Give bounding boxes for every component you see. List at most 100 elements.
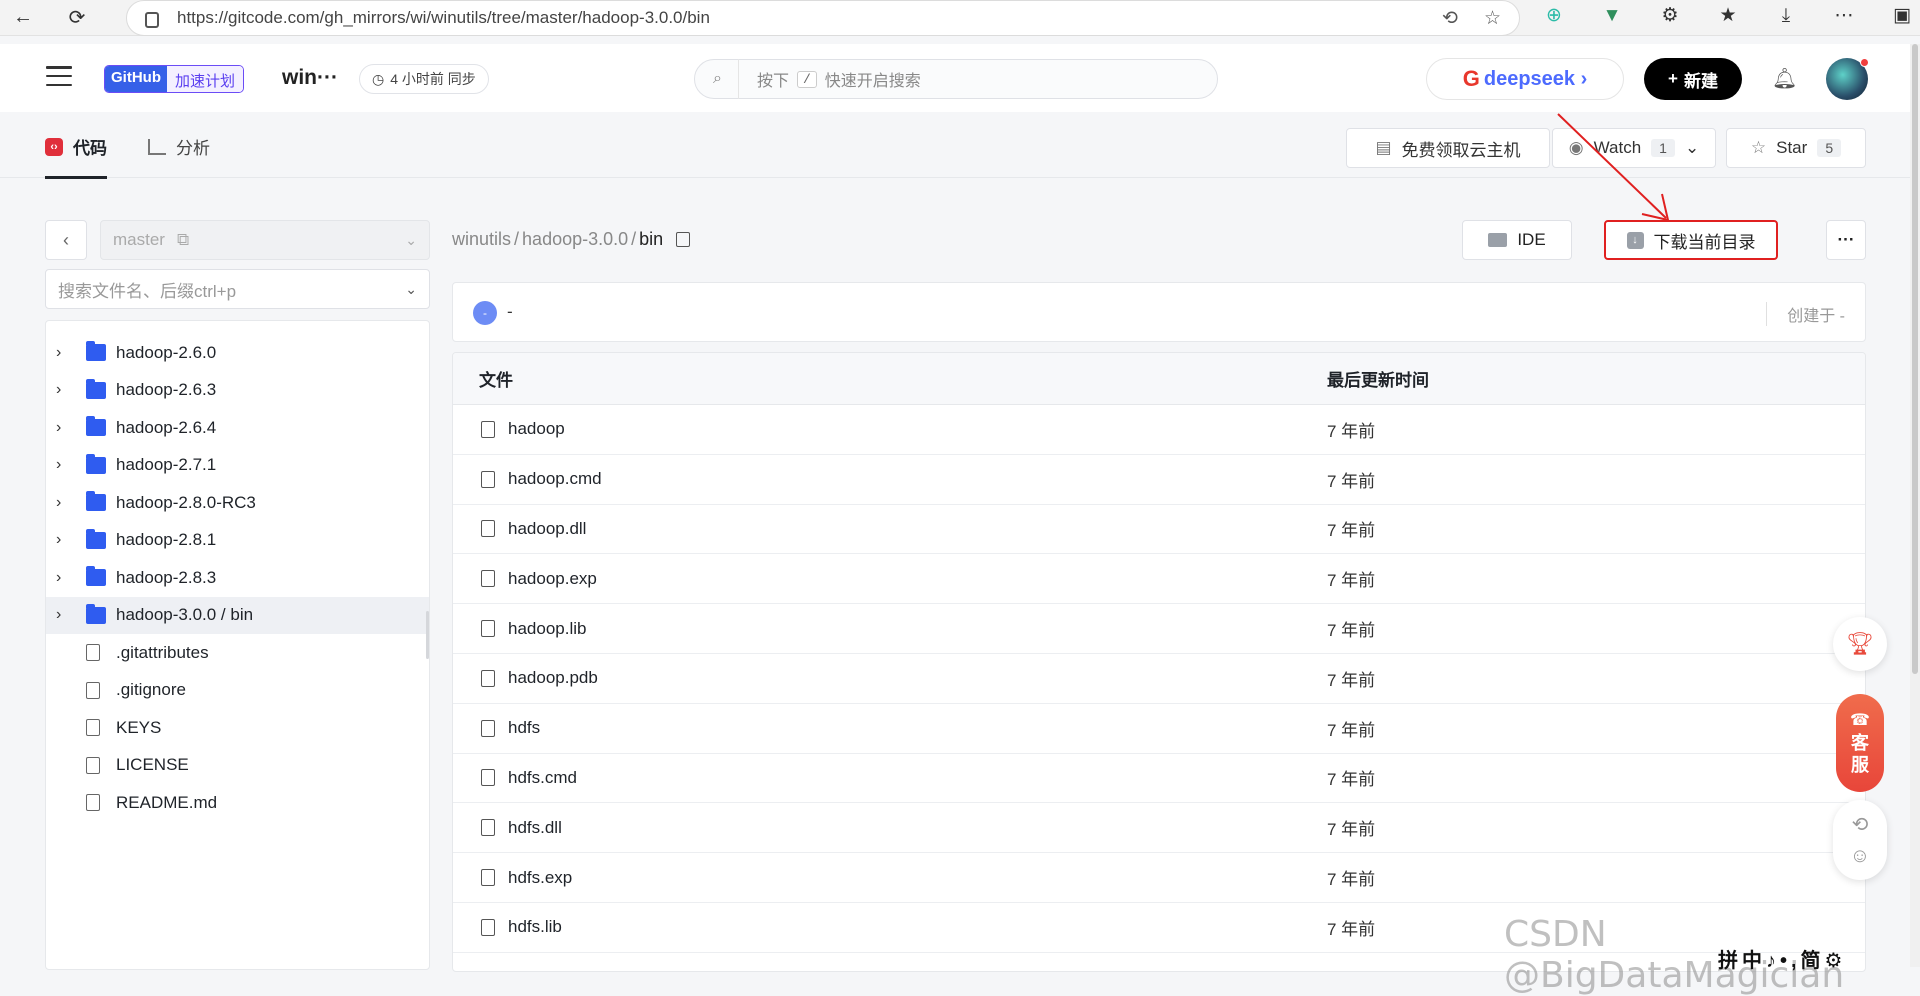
chevron-right-icon[interactable]: ›: [56, 456, 61, 474]
file-name-link[interactable]: hdfs: [508, 718, 540, 738]
file-name-link[interactable]: hdfs.cmd: [508, 768, 577, 788]
branch-name: master: [113, 230, 165, 249]
menu-icon[interactable]: ⋯: [1830, 4, 1858, 27]
table-row[interactable]: hdfs.cmd 7 年前: [453, 754, 1865, 804]
tree-file[interactable]: LICENSE: [46, 747, 429, 785]
copy-path-icon[interactable]: [676, 232, 691, 247]
page-scrollbar[interactable]: [1910, 44, 1920, 967]
sidebar-icon[interactable]: ▣: [1888, 4, 1916, 27]
tree-file[interactable]: .gitignore: [46, 672, 429, 710]
file-search-input[interactable]: 搜索文件名、后缀ctrl+p ⌄: [45, 269, 430, 309]
server-icon: ▤: [1375, 138, 1392, 157]
chevron-down-icon[interactable]: ⌄: [405, 281, 417, 298]
tree-folder[interactable]: › hadoop-2.8.0-RC3: [46, 484, 429, 522]
star-button[interactable]: ☆ Star 5: [1726, 128, 1866, 168]
table-row[interactable]: hdfs.exp 7 年前: [453, 853, 1865, 903]
file-time: 7 年前: [1327, 770, 1376, 790]
star-count: 5: [1817, 139, 1842, 157]
table-row[interactable]: hdfs.dll 7 年前: [453, 803, 1865, 854]
chevron-right-icon[interactable]: ›: [56, 606, 61, 624]
file-name-link[interactable]: hdfs.lib: [508, 917, 562, 937]
file-name-link[interactable]: hdfs.dll: [508, 818, 562, 838]
branch-selector[interactable]: master ⧉ ⌄: [100, 220, 430, 260]
tree-folder[interactable]: › hadoop-2.6.0: [46, 334, 429, 372]
copy-icon[interactable]: ⧉: [177, 230, 189, 250]
tab-analysis[interactable]: 分析: [148, 134, 210, 159]
tab-code[interactable]: ‹› 代码: [45, 134, 107, 179]
tree-file[interactable]: KEYS: [46, 709, 429, 747]
file-name-link[interactable]: hadoop.lib: [508, 619, 586, 639]
back-icon[interactable]: ←: [6, 3, 40, 33]
trophy-icon[interactable]: 🏆︎: [1833, 617, 1887, 671]
search-prefix: 按下: [756, 73, 789, 90]
free-cloud-button[interactable]: ▤ 免费领取云主机: [1346, 128, 1550, 168]
tree-label: .gitattributes: [116, 642, 209, 662]
breadcrumb-mid[interactable]: hadoop-3.0.0: [522, 229, 628, 250]
file-name-link[interactable]: hadoop.dll: [508, 519, 586, 539]
table-row[interactable]: hadoop.pdb 7 年前: [453, 654, 1865, 704]
tree-folder[interactable]: › hadoop-2.8.3: [46, 559, 429, 597]
favorites-icon[interactable]: ★: [1714, 4, 1742, 27]
breadcrumb-separator: /: [631, 229, 637, 249]
reload-icon[interactable]: ⟳: [60, 3, 94, 33]
file-name-link[interactable]: hadoop.exp: [508, 569, 597, 589]
chevron-right-icon[interactable]: ›: [56, 381, 61, 399]
table-row[interactable]: hadoop.lib 7 年前: [453, 604, 1865, 654]
chevron-right-icon[interactable]: ›: [56, 494, 61, 512]
github-accelerate-badge[interactable]: GitHub 加速计划: [104, 65, 245, 93]
folder-icon: [86, 378, 106, 399]
favorite-star-icon[interactable]: ☆: [1484, 7, 1501, 30]
file-search-placeholder: 搜索文件名、后缀ctrl+p: [58, 281, 237, 301]
folder-icon: [86, 566, 106, 587]
puzzle-icon[interactable]: ⚙: [1656, 4, 1684, 27]
file-name-link[interactable]: hadoop.cmd: [508, 469, 602, 489]
chevron-right-icon[interactable]: ›: [56, 344, 61, 362]
downloads-icon[interactable]: ⤓: [1772, 5, 1800, 27]
chevron-down-icon: ⌄: [405, 231, 417, 248]
repo-name[interactable]: win···: [282, 66, 338, 90]
smile-icon[interactable]: ☺: [1850, 845, 1870, 868]
tree-label: hadoop-2.8.3: [116, 567, 217, 587]
new-button[interactable]: + 新建: [1644, 58, 1742, 100]
file-name-link[interactable]: hadoop: [508, 419, 565, 439]
sync-status[interactable]: ◷ 4 小时前 同步: [359, 64, 489, 94]
vue-devtools-icon[interactable]: ▼: [1598, 5, 1626, 27]
tree-file[interactable]: README.md: [46, 784, 429, 822]
chevron-down-icon[interactable]: ⌄: [1685, 138, 1699, 158]
tree-scrollbar[interactable]: [426, 611, 429, 659]
hamburger-menu-icon[interactable]: [46, 66, 72, 86]
site-header: GitHub 加速计划 win··· ◷ 4 小时前 同步 ⌕ 按下 / 快速开…: [0, 44, 1910, 112]
tree-file[interactable]: .gitattributes: [46, 634, 429, 672]
chevron-right-icon[interactable]: ›: [56, 569, 61, 587]
chevron-right-icon[interactable]: ›: [56, 531, 61, 549]
share-icon[interactable]: ⟲: [1442, 7, 1458, 30]
commit-message[interactable]: -: [507, 302, 513, 322]
table-row[interactable]: hadoop.exp 7 年前: [453, 554, 1865, 605]
tree-folder[interactable]: › hadoop-2.7.1: [46, 447, 429, 485]
breadcrumb-root[interactable]: winutils: [452, 229, 511, 250]
tree-label: KEYS: [116, 717, 162, 737]
address-bar[interactable]: https://gitcode.com/gh_mirrors/wi/winuti…: [126, 0, 1520, 36]
bell-icon[interactable]: 🔔︎: [1772, 66, 1797, 91]
tree-folder[interactable]: › hadoop-2.8.1: [46, 522, 429, 560]
deepseek-button[interactable]: G deepseek ›: [1426, 58, 1624, 100]
customer-service-button[interactable]: ☎ 客 服: [1836, 694, 1884, 792]
url-text[interactable]: https://gitcode.com/gh_mirrors/wi/winuti…: [177, 8, 710, 28]
table-row[interactable]: hdfs 7 年前: [453, 704, 1865, 754]
table-row[interactable]: hadoop 7 年前: [453, 405, 1865, 455]
github-label: GitHub: [105, 66, 167, 92]
more-button[interactable]: ···: [1826, 220, 1866, 260]
tree-folder-selected[interactable]: › hadoop-3.0.0 / bin: [46, 596, 429, 634]
refresh-icon[interactable]: ⟲: [1852, 812, 1869, 837]
collapse-back-button[interactable]: ‹: [45, 220, 87, 260]
tab-code-label: 代码: [73, 139, 107, 158]
chevron-right-icon[interactable]: ›: [56, 419, 61, 437]
table-row[interactable]: hadoop.cmd 7 年前: [453, 455, 1865, 505]
file-name-link[interactable]: hdfs.exp: [508, 868, 572, 888]
file-name-link[interactable]: hadoop.pdb: [508, 668, 598, 688]
tree-folder[interactable]: › hadoop-2.6.3: [46, 372, 429, 410]
tree-folder[interactable]: › hadoop-2.6.4: [46, 409, 429, 447]
table-row[interactable]: hadoop.dll 7 年前: [453, 505, 1865, 555]
global-search[interactable]: ⌕ 按下 / 快速开启搜索: [694, 59, 1218, 99]
extension-icon[interactable]: ⊕: [1540, 4, 1568, 27]
